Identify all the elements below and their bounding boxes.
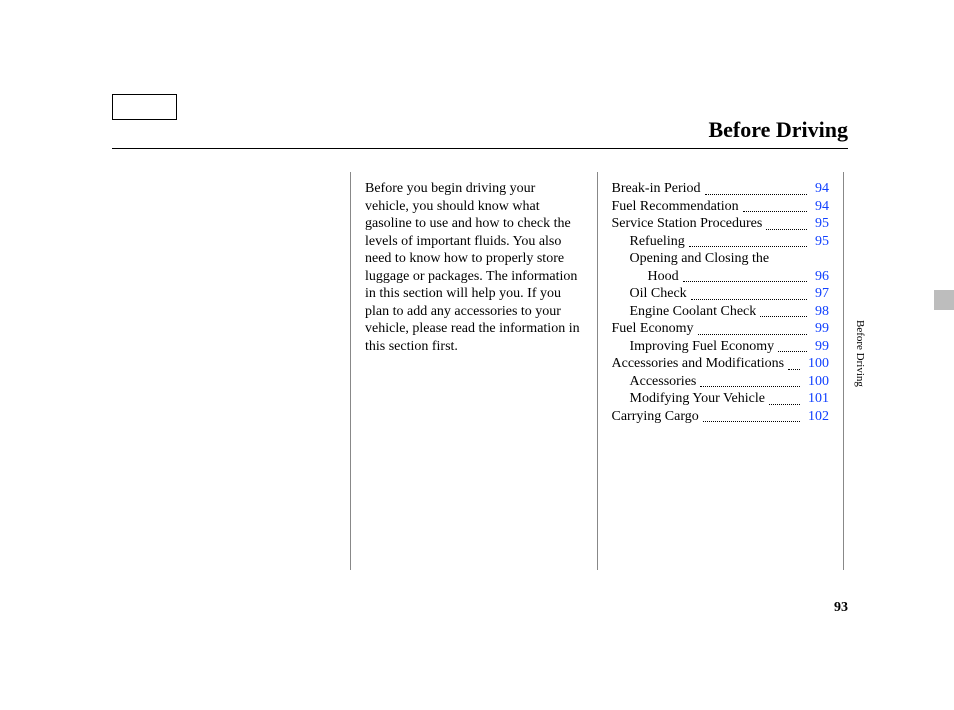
page-number: 93 [834, 600, 848, 616]
toc-entry: Oil Check 97 [612, 285, 830, 303]
toc-dots [703, 408, 800, 423]
toc-dots [689, 233, 807, 248]
horizontal-rule [112, 148, 848, 149]
toc-entry: Carrying Cargo 102 [612, 408, 830, 426]
toc-entry: Break-in Period 94 [612, 180, 830, 198]
toc-page-link[interactable]: 100 [804, 373, 829, 391]
toc-entry: Improving Fuel Economy 99 [612, 338, 830, 356]
toc-label: Carrying Cargo [612, 408, 699, 426]
toc-page-link[interactable]: 101 [804, 390, 829, 408]
toc-page-link[interactable]: 99 [811, 338, 829, 356]
toc-page-link[interactable]: 99 [811, 320, 829, 338]
toc-dots [766, 215, 807, 230]
toc-entry: Accessories and Modifications 100 [612, 355, 830, 373]
toc-label: Fuel Economy [612, 320, 694, 338]
intro-text: Before you begin driving your vehicle, y… [365, 180, 583, 355]
toc-label: Service Station Procedures [612, 215, 763, 233]
toc-page-link[interactable]: 100 [804, 355, 829, 373]
toc-dots [700, 373, 800, 388]
toc-page-link[interactable]: 98 [811, 303, 829, 321]
toc-label: Oil Check [612, 285, 687, 303]
toc-dots [691, 285, 807, 300]
toc-dots [683, 268, 807, 283]
toc-entry: Accessories 100 [612, 373, 830, 391]
column-divider [843, 172, 844, 570]
toc-page-link[interactable]: 96 [811, 268, 829, 286]
toc-entry: Service Station Procedures 95 [612, 215, 830, 233]
toc-entry: Refueling 95 [612, 233, 830, 251]
intro-column: Before you begin driving your vehicle, y… [351, 172, 597, 572]
toc-entry: Fuel Economy 99 [612, 320, 830, 338]
toc-label: Break-in Period [612, 180, 701, 198]
toc-label: Hood [612, 268, 679, 286]
toc-dots [778, 338, 807, 353]
toc-entry: Opening and Closing the [612, 250, 830, 268]
section-heading: Before Driving [708, 117, 848, 143]
toc-label: Accessories and Modifications [612, 355, 785, 373]
toc-label: Opening and Closing the [612, 250, 770, 268]
toc-dots [788, 355, 800, 370]
toc-page-link[interactable]: 95 [811, 215, 829, 233]
toc-label: Refueling [612, 233, 685, 251]
toc-dots [698, 320, 807, 335]
side-label: Before Driving [854, 320, 866, 387]
toc-label: Improving Fuel Economy [612, 338, 775, 356]
toc-dots [760, 303, 807, 318]
content-columns: Before you begin driving your vehicle, y… [350, 172, 844, 572]
document-page: Before Driving Before you begin driving … [0, 0, 954, 710]
toc-label: Fuel Recommendation [612, 198, 739, 216]
toc-label: Accessories [612, 373, 697, 391]
side-tab [934, 290, 954, 310]
toc-dots [705, 180, 807, 195]
toc-page-link[interactable]: 94 [811, 180, 829, 198]
toc-page-link[interactable]: 94 [811, 198, 829, 216]
toc-page-link[interactable]: 102 [804, 408, 829, 426]
toc-entry: Engine Coolant Check 98 [612, 303, 830, 321]
toc-entry: Fuel Recommendation 94 [612, 198, 830, 216]
toc-dots [769, 390, 800, 405]
toc-page-link[interactable]: 95 [811, 233, 829, 251]
small-box [112, 94, 177, 120]
toc-page-link[interactable]: 97 [811, 285, 829, 303]
toc-entry: Hood 96 [612, 268, 830, 286]
toc-label: Modifying Your Vehicle [612, 390, 765, 408]
toc-dots [743, 198, 807, 213]
toc-label: Engine Coolant Check [612, 303, 757, 321]
toc-entry: Modifying Your Vehicle 101 [612, 390, 830, 408]
toc-column: Break-in Period94Fuel Recommendation94Se… [598, 172, 844, 572]
